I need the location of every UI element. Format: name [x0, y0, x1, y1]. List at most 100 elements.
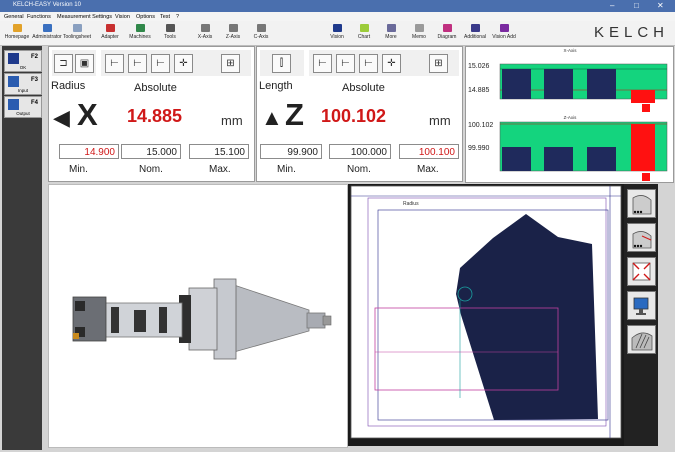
x-crosshair-button[interactable]: ✛ [174, 54, 193, 73]
menu-help[interactable]: ? [176, 14, 179, 20]
additional-icon [470, 24, 480, 32]
window-title: KELCH-EASY Version 10 [13, 2, 81, 8]
x-mode-label: Radius [51, 80, 86, 92]
close-button[interactable]: ✕ [657, 1, 664, 10]
z-min-field[interactable]: 99.900 [260, 144, 322, 159]
arrow-up-icon: ▲ [261, 105, 283, 130]
x-corner-3-button[interactable]: ⊢ [151, 54, 170, 73]
length-mode-button[interactable]: ⫿ [272, 54, 291, 73]
radius-tool-button[interactable] [627, 223, 656, 252]
toolbar-tools[interactable]: Tools [155, 22, 185, 40]
monitor-tool-button[interactable] [627, 291, 656, 320]
x-bar-3 [587, 69, 616, 99]
x-nom-field[interactable]: 15.000 [121, 144, 181, 159]
menu-options[interactable]: Options [136, 14, 155, 20]
vision-icon [332, 24, 342, 32]
z-bar-1 [502, 147, 531, 171]
monitor-icon [633, 297, 649, 315]
toolbar-x-axis[interactable]: X-Axis [190, 22, 220, 40]
z-crosshair-button[interactable]: ✛ [382, 54, 401, 73]
z-corner-2-button[interactable]: ⊢ [336, 54, 355, 73]
minimize-button[interactable]: – [610, 1, 614, 10]
x-alert-marker [642, 104, 650, 112]
user-icon [42, 24, 52, 32]
toolbar-adapter[interactable]: Adapter [95, 22, 125, 40]
thread-tool-button[interactable] [627, 325, 656, 354]
toolbar-chart[interactable]: Chart [349, 22, 379, 40]
z-bar-2 [544, 147, 573, 171]
x-mode-toolbar: ⊐ ▣ [52, 50, 96, 76]
vision-add-icon [499, 24, 509, 32]
x-max-label: Max. [209, 164, 231, 175]
toolbar-diagram[interactable]: Diagram [432, 22, 462, 40]
z-corner-1-button[interactable]: ⊢ [313, 54, 332, 73]
nav-input-button[interactable]: F3 Input [4, 73, 42, 95]
profile-radius-label: Radius [403, 201, 419, 207]
contour-tool-button[interactable] [627, 189, 656, 218]
left-nav: F2 OK F3 Input F4 Output [2, 46, 42, 450]
home-icon [12, 24, 22, 32]
z-mode-toolbar: ⫿ [260, 50, 304, 76]
maximize-button[interactable]: □ [634, 1, 639, 10]
profile-canvas: Radius [350, 185, 622, 439]
x-min-label: Min. [69, 164, 88, 175]
menu-measurement-settings[interactable]: Measurement Settings [57, 14, 112, 20]
z-alert-bar [631, 124, 655, 171]
z-alert-marker [642, 173, 650, 181]
sheet-icon [72, 24, 82, 32]
zoom-tool-button[interactable] [627, 257, 656, 286]
toolbar-z-axis[interactable]: Z-Axis [218, 22, 248, 40]
output-icon [8, 99, 19, 110]
toolbar-vision-add[interactable]: Vision Add [489, 22, 519, 40]
contour-icon [632, 195, 652, 215]
adapter-icon [105, 24, 115, 32]
title-bar: KELCH-EASY Version 10 – □ ✕ [0, 0, 675, 12]
tolerance-diagram-svg: X-Axis 15.026 14.885 Z-Axis 100.102 99.9… [468, 48, 668, 181]
toolbar-toolingsheet[interactable]: Toolingsheet [62, 22, 92, 40]
diameter-mode-button[interactable]: ▣ [75, 54, 94, 73]
menu-vision[interactable]: Vision [115, 14, 130, 20]
memo-icon [414, 24, 424, 32]
toolbar-machines[interactable]: Machines [125, 22, 155, 40]
x-min-field[interactable]: 14.900 [59, 144, 119, 159]
more-icon [386, 24, 396, 32]
menu-bar: General Functions Measurement Settings V… [0, 12, 675, 21]
x-alert-bar [631, 90, 655, 103]
x-max-field[interactable]: 15.100 [189, 144, 249, 159]
c-axis-icon [256, 24, 266, 32]
x-corner-2-button[interactable]: ⊢ [128, 54, 147, 73]
x-corner-1-button[interactable]: ⊢ [105, 54, 124, 73]
toolbar-vision[interactable]: Vision [322, 22, 352, 40]
x-value: 14.885 [127, 106, 183, 126]
z-value: 100.102 [321, 106, 387, 126]
radius-mode-button[interactable]: ⊐ [54, 54, 73, 73]
z-min-label: Min. [277, 164, 296, 175]
toolbar-memo[interactable]: Memo [404, 22, 434, 40]
x-bar-2 [544, 69, 573, 99]
nav-ok-button[interactable]: F2 OK [4, 50, 42, 72]
nav-output-button[interactable]: F4 Output [4, 96, 42, 118]
x-grid-button[interactable]: ⊞ [221, 54, 240, 73]
toolbar-administrator[interactable]: Administrator [32, 22, 62, 40]
toolbar-c-axis[interactable]: C-Axis [246, 22, 276, 40]
toolbar-more[interactable]: More [376, 22, 406, 40]
input-icon [8, 76, 19, 87]
z-max-field[interactable]: 100.100 [399, 144, 459, 159]
menu-functions[interactable]: Functions [27, 14, 51, 20]
x-lower-label: 14.885 [468, 87, 490, 94]
menu-general[interactable]: General [4, 14, 24, 20]
z-lower-label: 99.990 [468, 145, 490, 152]
z-function-toolbar: ⊢ ⊢ ⊢ ✛ ⊞ [309, 50, 459, 76]
z-unit: mm [429, 113, 451, 128]
toolbar-homepage[interactable]: Homepage [2, 22, 32, 40]
tolerance-diagram: X-Axis 15.026 14.885 Z-Axis 100.102 99.9… [465, 46, 674, 183]
z-grid-button[interactable]: ⊞ [429, 54, 448, 73]
tool-holder-drawing [72, 278, 332, 360]
menu-test[interactable]: Test [160, 14, 170, 20]
kelch-logo: KELCH [593, 24, 669, 41]
toolbar-additional[interactable]: Additional [460, 22, 490, 40]
z-nom-field[interactable]: 100.000 [329, 144, 391, 159]
x-axis-icon [200, 24, 210, 32]
z-corner-3-button[interactable]: ⊢ [359, 54, 378, 73]
z-mode-label: Length [259, 80, 293, 92]
